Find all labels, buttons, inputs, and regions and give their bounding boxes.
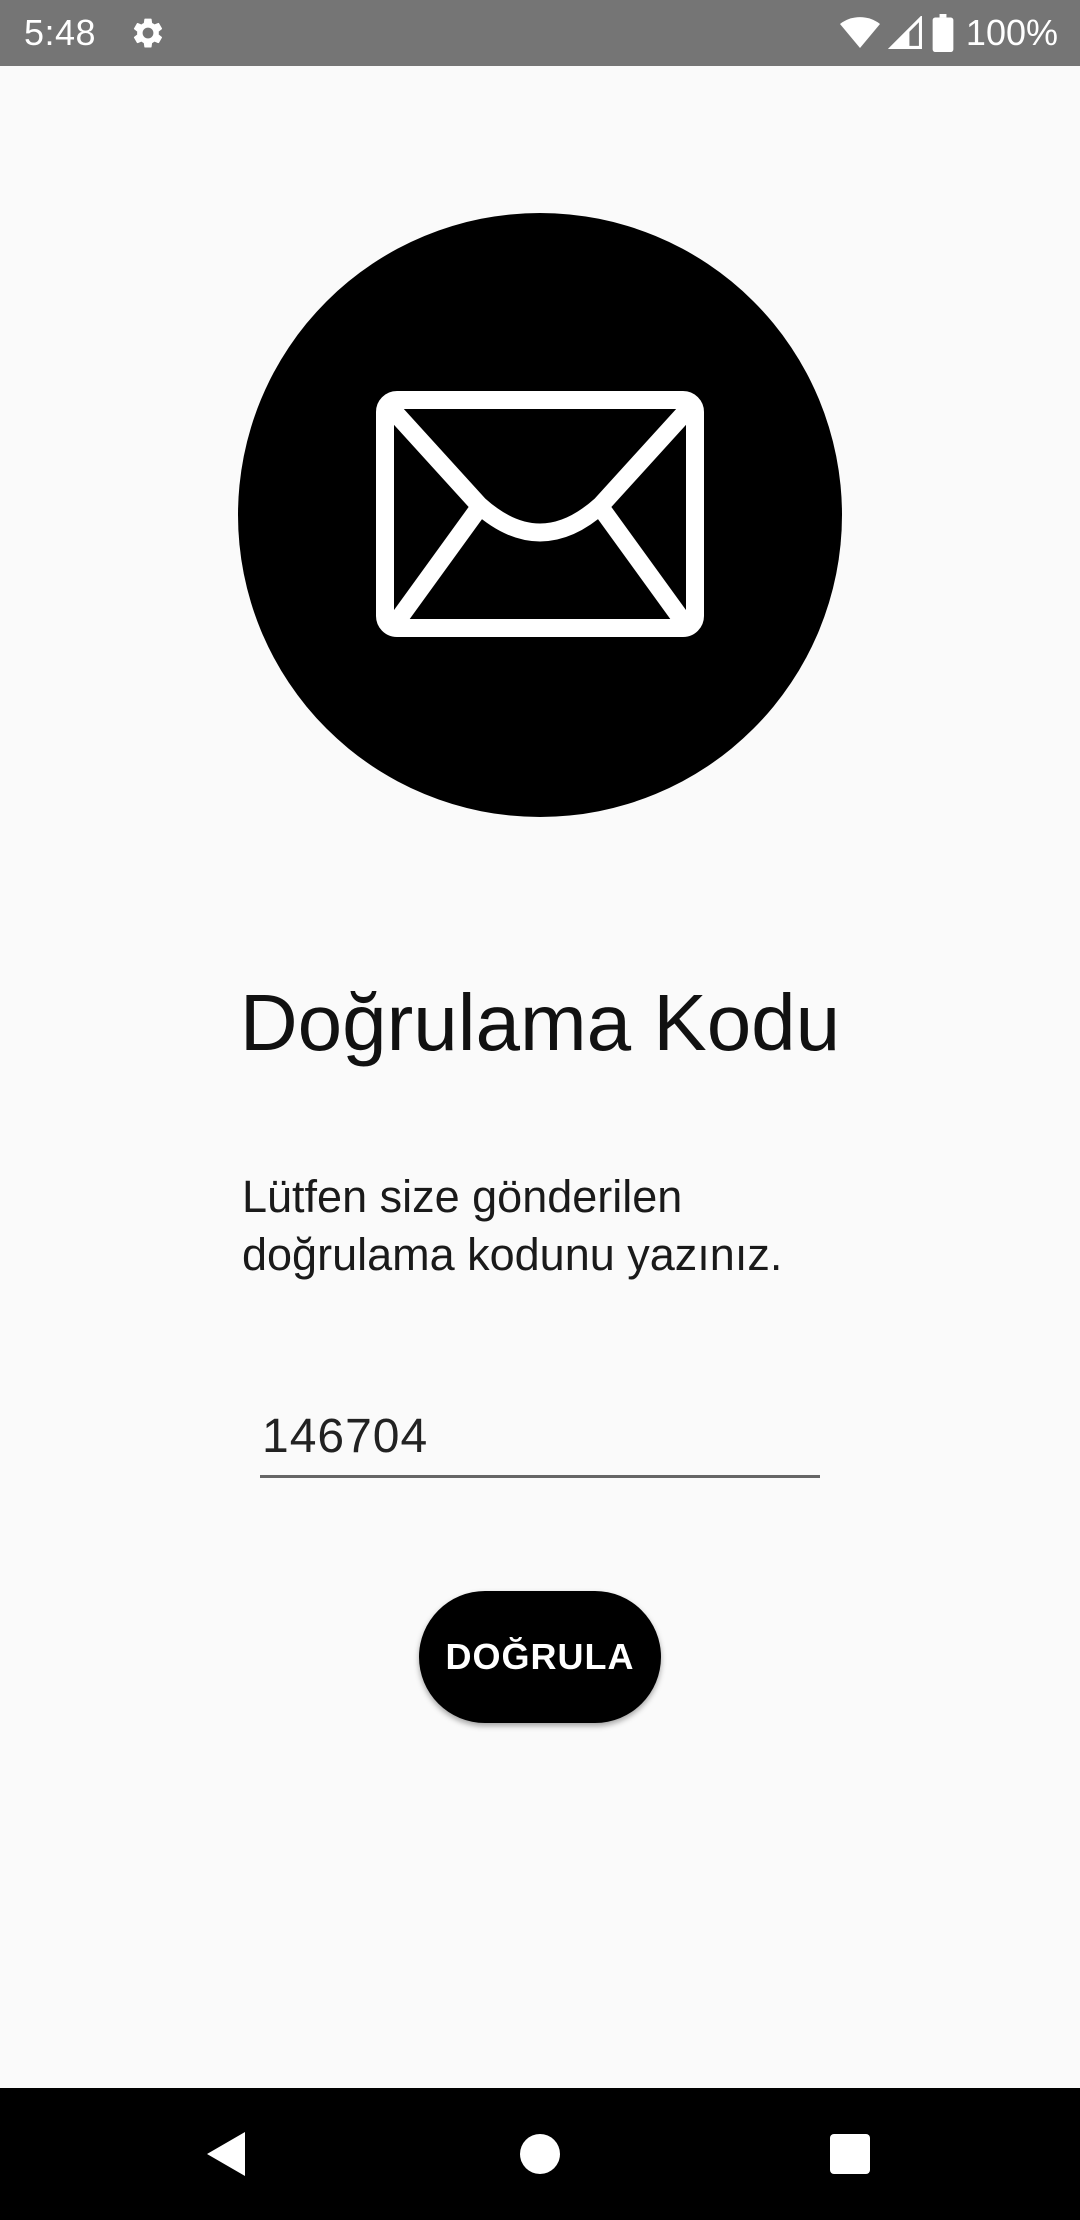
battery-icon xyxy=(932,14,954,52)
nav-recents-button[interactable] xyxy=(780,2088,920,2220)
recents-icon xyxy=(829,2133,871,2175)
battery-percent: 100% xyxy=(965,12,1058,53)
status-time: 5:48 xyxy=(24,12,97,53)
navigation-bar xyxy=(0,2088,1080,2220)
envelope-circle xyxy=(238,213,842,817)
back-icon xyxy=(205,2130,247,2178)
status-right: 100% xyxy=(839,12,1058,54)
instructions-line-2: doğrulama kodunu yazınız. xyxy=(242,1229,783,1280)
instructions-line-1: Lütfen size gönderilen xyxy=(242,1171,683,1222)
cell-signal-icon xyxy=(887,16,924,50)
status-left: 5:48 xyxy=(24,12,166,54)
page-title: Doğrulama Kodu xyxy=(239,978,841,1067)
verification-screen: 5:48 100% Doğrulama Kodu Lütfen size gön… xyxy=(0,0,1080,2220)
nav-home-button[interactable] xyxy=(470,2088,610,2220)
code-field xyxy=(260,1400,820,1478)
home-icon xyxy=(519,2133,561,2175)
envelope-icon xyxy=(375,390,705,640)
instructions-text: Lütfen size gönderilen doğrulama kodunu … xyxy=(242,1168,882,1284)
gear-icon xyxy=(130,15,166,51)
wifi-icon xyxy=(839,16,880,50)
verification-code-input[interactable] xyxy=(260,1400,820,1472)
verify-button[interactable]: DOĞRULA xyxy=(419,1591,661,1723)
status-bar: 5:48 100% xyxy=(0,0,1080,66)
nav-back-button[interactable] xyxy=(156,2088,296,2220)
